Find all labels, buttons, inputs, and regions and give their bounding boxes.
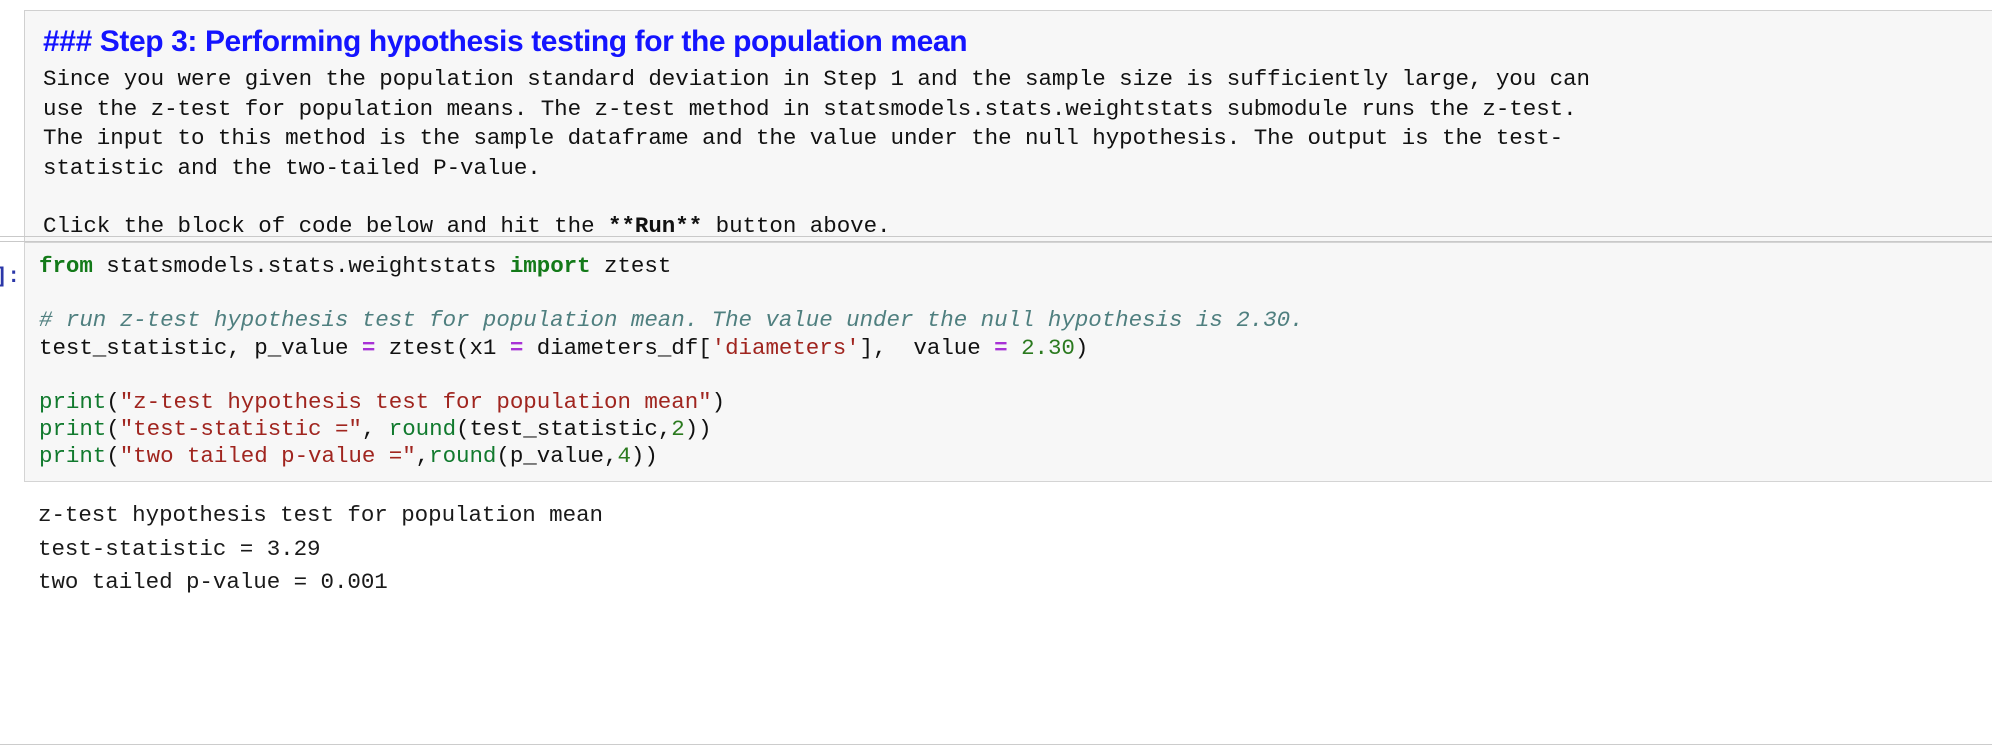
code-line: # run z-test hypothesis test for populat… [39, 307, 1992, 334]
code-token-builtin: round [388, 416, 457, 443]
code-cell[interactable]: ]: from statsmodels.stats.weightstats im… [0, 242, 1992, 482]
code-line: print("test-statistic =", round(test_sta… [39, 416, 1992, 443]
code-token-plain: , [415, 443, 430, 470]
code-token-plain: ) [1074, 334, 1089, 361]
code-token-plain: ztest [590, 253, 672, 279]
code-token-kw: from [39, 253, 93, 279]
code-token-builtin: round [429, 443, 497, 470]
code-token-plain: , [361, 416, 389, 443]
code-editor[interactable]: from statsmodels.stats.weightstats impor… [24, 242, 1992, 482]
output-line-2: test-statistic = 3.29 [38, 535, 321, 562]
output-line-1: z-test hypothesis test for population me… [38, 502, 603, 528]
code-token-op: = [361, 334, 376, 361]
code-token-plain: (test_statistic, [456, 416, 672, 443]
code-token-plain: statsmodels.stats.weightstats [92, 253, 510, 279]
markdown-paragraph-line-3: The input to this method is the sample d… [43, 125, 1564, 151]
notebook-container: ### Step 3: Performing hypothesis testin… [0, 0, 1992, 754]
code-line: test_statistic, p_value = ztest(x1 = dia… [39, 335, 1992, 362]
code-token-str: "z-test hypothesis test for population m… [119, 388, 712, 415]
cell-divider-top [0, 236, 1992, 237]
code-token-plain: ( [106, 416, 120, 443]
markdown-blank-line [43, 183, 1992, 212]
code-line: print("z-test hypothesis test for popula… [39, 389, 1992, 416]
code-token-comment: # run z-test hypothesis test for populat… [39, 307, 1304, 334]
code-token-plain: test_statistic, p_value [39, 334, 362, 361]
code-token-op: = [509, 334, 524, 361]
markdown-paragraph-line-4: statistic and the two-tailed P-value. [43, 154, 541, 181]
code-line: from statsmodels.stats.weightstats impor… [39, 253, 1992, 280]
code-token-plain: )) [630, 443, 658, 470]
code-token-op: = [994, 334, 1008, 361]
markdown-heading: ### Step 3: Performing hypothesis testin… [43, 25, 968, 58]
code-output-area: z-test hypothesis test for population me… [0, 485, 1992, 612]
code-token-str: "test-statistic =" [119, 416, 362, 443]
code-token-plain: (p_value, [496, 443, 618, 470]
code-token-plain: ], value [859, 334, 995, 361]
code-cell-row: ]: from statsmodels.stats.weightstats im… [0, 242, 1992, 482]
code-token-str: "two tailed p-value =" [119, 443, 416, 470]
code-token-builtin: print [39, 416, 107, 443]
markdown-paragraph-line-2: use the z-test for population means. The… [43, 95, 1577, 122]
code-token-str: 'diameters' [711, 334, 860, 361]
code-token-kw: import [509, 253, 591, 279]
code-token-plain: diameters_df[ [523, 334, 712, 361]
code-token-num: 4 [617, 443, 631, 470]
code-token-num: 2.30 [1021, 334, 1075, 361]
code-line: print("two tailed p-value =",round(p_val… [39, 443, 1992, 470]
markdown-instruction-line: Click the block of code below and hit th… [43, 212, 1992, 242]
code-token-plain: ztest(x1 [375, 334, 510, 361]
code-token-builtin: print [39, 388, 107, 415]
code-token-plain: ( [106, 388, 120, 415]
code-token-plain: )) [684, 416, 712, 443]
page-bottom-divider [0, 744, 1992, 745]
markdown-cell[interactable]: ### Step 3: Performing hypothesis testin… [0, 0, 1992, 259]
code-token-num: 2 [671, 416, 685, 443]
input-prompt: ]: [0, 266, 20, 289]
code-token-builtin: print [39, 443, 107, 470]
code-token-plain: ) [711, 388, 726, 415]
markdown-paragraph-line-1: Since you were given the population stan… [43, 66, 1591, 92]
code-token-plain: ( [106, 443, 120, 470]
markdown-cell-body[interactable]: ### Step 3: Performing hypothesis testin… [24, 10, 1992, 259]
output-line-3: two tailed p-value = 0.001 [38, 569, 388, 595]
